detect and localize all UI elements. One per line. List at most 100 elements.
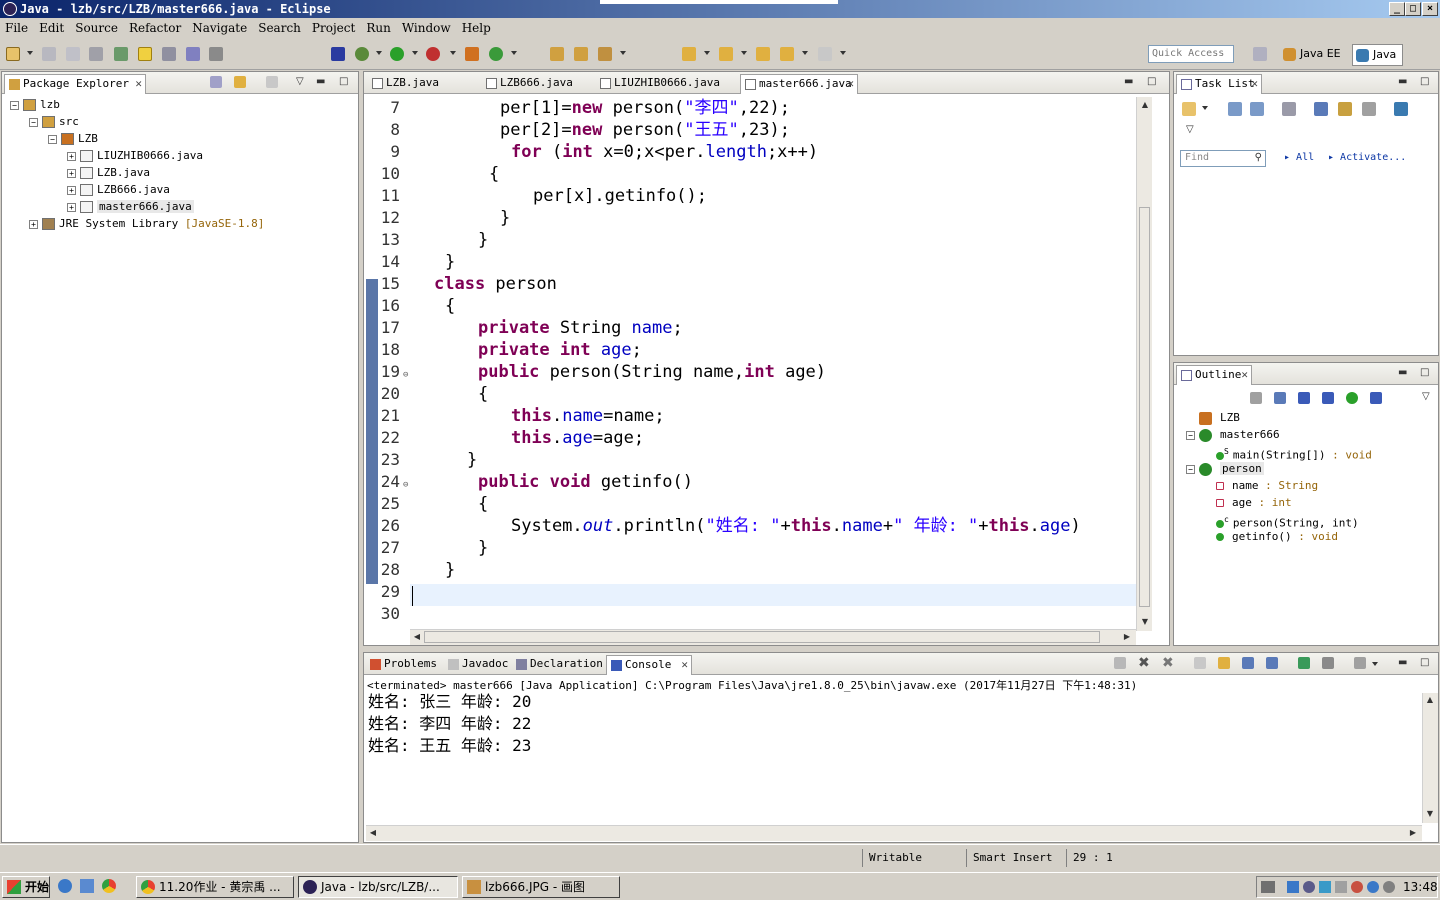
code-editor[interactable]: 7 per[1]=new person("李四",22); 8 per[2]=new … xyxy=(364,97,1136,631)
hide-local-types-icon[interactable] xyxy=(1370,392,1382,404)
fold-icon[interactable]: ⊖ xyxy=(403,370,408,380)
view-menu-icon[interactable]: ▽ xyxy=(1422,391,1430,402)
menu-run[interactable]: Run xyxy=(361,18,397,35)
remove-all-launches-icon[interactable]: ✖ xyxy=(1162,655,1174,671)
outline-item[interactable]: − master666 xyxy=(1186,426,1280,443)
close-icon[interactable]: ✕ xyxy=(1251,75,1258,93)
minimize-editor-icon[interactable]: ▬ xyxy=(1124,76,1133,87)
tree-item[interactable]: + LZB666.java xyxy=(67,181,170,198)
code-line[interactable]: { xyxy=(478,493,488,515)
minimize-button[interactable]: _ xyxy=(1389,2,1405,16)
word-wrap-icon[interactable] xyxy=(1242,657,1254,669)
ie-icon[interactable] xyxy=(58,879,72,893)
menu-project[interactable]: Project xyxy=(307,18,361,35)
scroll-right-icon[interactable]: ▶ xyxy=(1120,630,1134,644)
save-icon[interactable] xyxy=(42,47,56,61)
code-line[interactable]: } xyxy=(500,207,510,229)
maximize-view-icon[interactable]: □ xyxy=(1420,76,1429,87)
taskbar-eclipse-window[interactable]: Java - lzb/src/LZB/... xyxy=(298,876,458,898)
hide-completed-icon[interactable] xyxy=(1314,102,1328,116)
tray-security-icon[interactable] xyxy=(1303,881,1315,893)
expand-icon[interactable]: + xyxy=(67,185,76,195)
scroll-right-icon[interactable]: ▶ xyxy=(1406,826,1420,840)
perspective-java[interactable]: Java xyxy=(1352,44,1404,66)
code-line[interactable]: per[2]=new person("王五",23); xyxy=(500,119,790,141)
console-output[interactable]: 姓名: 张三 年龄: 20 姓名: 李四 年龄: 22 姓名: 王五 年龄: 23 xyxy=(364,691,1420,821)
scroll-lock-icon[interactable] xyxy=(1218,657,1230,669)
outline-item[interactable]: name : String xyxy=(1216,477,1318,494)
remove-launch-icon[interactable]: ✖ xyxy=(1138,655,1150,671)
collapse-icon[interactable]: − xyxy=(1186,464,1195,474)
quick-access-input[interactable]: Quick Access xyxy=(1148,45,1234,63)
pin-console-icon[interactable] xyxy=(1298,657,1310,669)
scroll-up-icon[interactable]: ▲ xyxy=(1423,693,1437,707)
code-line[interactable]: public person(String name,int age) xyxy=(478,361,826,383)
display-console-icon[interactable] xyxy=(1322,657,1334,669)
search-dropdown-icon[interactable] xyxy=(620,51,626,55)
scroll-left-icon[interactable]: ◀ xyxy=(366,826,380,840)
code-line[interactable]: class person xyxy=(434,273,557,295)
activate-task-link[interactable]: ▸ Activate... xyxy=(1328,152,1406,163)
prev-annotation-dropdown-icon[interactable] xyxy=(741,51,747,55)
menu-edit[interactable]: Edit xyxy=(34,18,70,35)
tree-item[interactable]: + JRE System Library [JavaSE-1.8] xyxy=(29,215,264,232)
open-task-icon[interactable] xyxy=(574,47,588,61)
tab-problems[interactable]: Problems xyxy=(366,655,440,675)
collapse-all-icon[interactable] xyxy=(1250,392,1262,404)
menu-window[interactable]: Window xyxy=(397,18,457,35)
close-icon[interactable]: ✕ xyxy=(135,75,142,93)
open-folder-icon[interactable] xyxy=(550,47,564,61)
code-line[interactable]: private int age; xyxy=(478,339,642,361)
code-line[interactable]: } xyxy=(478,537,488,559)
filter-icon[interactable] xyxy=(1282,102,1296,116)
forward-icon[interactable] xyxy=(818,47,832,61)
maximize-view-icon[interactable]: □ xyxy=(1420,657,1429,668)
new-icon[interactable] xyxy=(6,47,20,61)
close-icon[interactable]: ✕ xyxy=(847,75,854,93)
tab-outline[interactable]: Outline ✕ xyxy=(1176,365,1252,385)
code-line[interactable]: } xyxy=(478,229,488,251)
tree-item[interactable]: + LZB.java xyxy=(67,164,150,181)
prev-annotation-icon[interactable] xyxy=(719,47,733,61)
code-line[interactable]: private String name; xyxy=(478,317,683,339)
collapse-icon[interactable]: − xyxy=(48,134,57,144)
next-annotation-icon[interactable] xyxy=(682,47,696,61)
hide-static-icon[interactable] xyxy=(1322,392,1334,404)
mark-occurrences-icon[interactable] xyxy=(138,47,152,61)
forward-dropdown-icon[interactable] xyxy=(840,51,846,55)
code-line[interactable]: { xyxy=(489,163,499,185)
next-annotation-dropdown-icon[interactable] xyxy=(704,51,710,55)
taskbar-paint-window[interactable]: lzb666.JPG - 画图 xyxy=(462,876,620,898)
tray-update-icon[interactable] xyxy=(1367,881,1379,893)
tab-declaration[interactable]: Declaration xyxy=(512,655,604,675)
scroll-down-icon[interactable]: ▼ xyxy=(1138,615,1152,629)
tab-console[interactable]: Console ✕ xyxy=(606,655,692,675)
run-icon[interactable] xyxy=(390,47,404,61)
hide-fields-icon[interactable] xyxy=(1298,392,1310,404)
code-line[interactable]: System.out.println("姓名: "+this.name+" 年龄… xyxy=(511,515,1081,537)
expand-icon[interactable]: + xyxy=(29,219,38,229)
open-perspective-icon[interactable] xyxy=(1253,47,1267,61)
outline-item[interactable]: LZB xyxy=(1186,409,1240,426)
minimize-view-icon[interactable]: ▬ xyxy=(1398,657,1407,668)
scroll-thumb[interactable] xyxy=(1139,207,1150,607)
scroll-up-icon[interactable]: ▲ xyxy=(1138,98,1152,112)
code-line[interactable]: public void getinfo() xyxy=(478,471,693,493)
close-icon[interactable]: ✕ xyxy=(681,656,688,674)
minimize-view-icon[interactable]: ▬ xyxy=(1398,367,1407,378)
code-line[interactable]: per[x].getinfo(); xyxy=(533,185,707,207)
tab-lzb666-java[interactable]: LZB666.java xyxy=(482,74,592,94)
new-task-dropdown-icon[interactable] xyxy=(1202,106,1208,110)
skip-breakpoints-icon[interactable] xyxy=(331,47,345,61)
new-java-project-icon[interactable] xyxy=(465,47,479,61)
link-with-editor-icon[interactable] xyxy=(234,76,246,88)
task-find-input[interactable]: Find ⚲ xyxy=(1180,150,1266,167)
minimize-view-icon[interactable]: ▬ xyxy=(316,76,325,87)
taskbar-chrome-window[interactable]: 11.20作业 - 黄宗禹 ... xyxy=(136,876,294,898)
expand-icon[interactable]: + xyxy=(67,202,76,212)
filter-all-link[interactable]: ▸ All xyxy=(1284,152,1314,163)
tree-item[interactable]: − lzb xyxy=(10,96,60,113)
tree-item[interactable]: − LZB xyxy=(48,130,98,147)
new-class-icon[interactable] xyxy=(489,47,503,61)
new-dropdown-icon[interactable] xyxy=(27,51,33,55)
